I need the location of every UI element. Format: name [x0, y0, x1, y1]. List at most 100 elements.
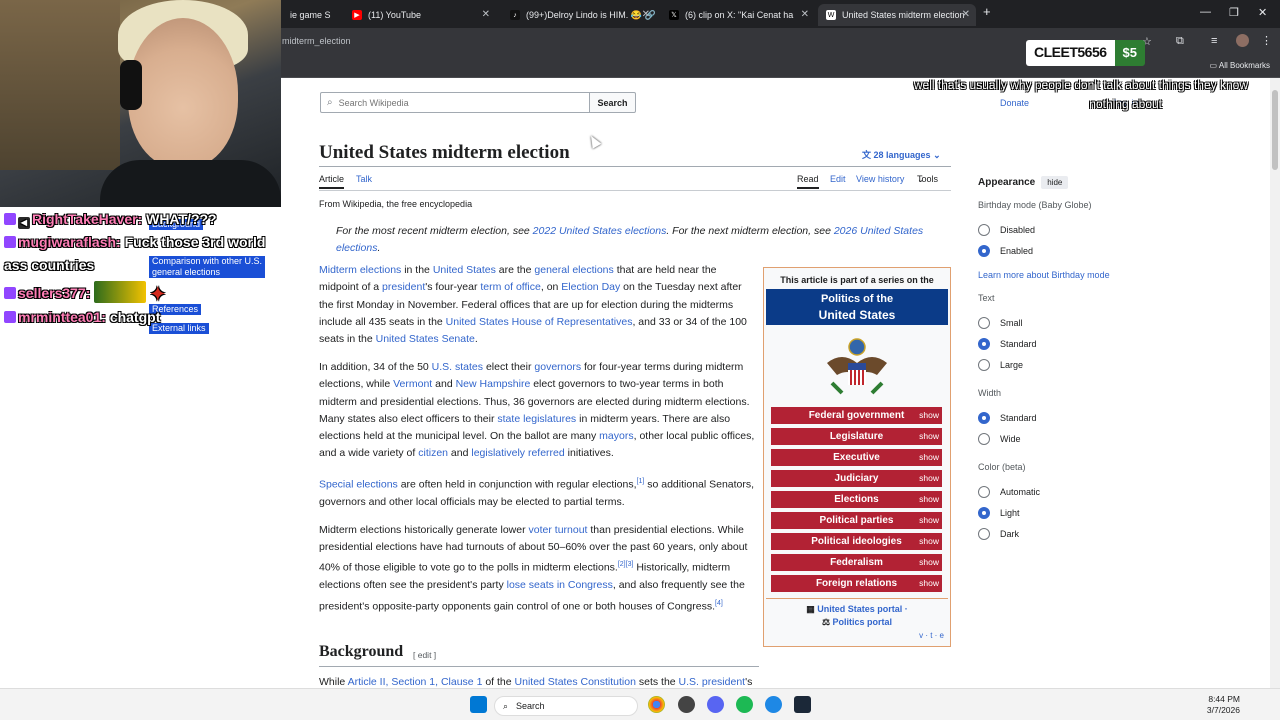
discord-icon[interactable] — [707, 696, 724, 713]
navbox-row-elections[interactable]: Elections show — [771, 491, 942, 508]
tab-tools[interactable]: Tools ⌄ — [917, 174, 938, 185]
close-icon[interactable]: ✕ — [962, 9, 970, 20]
tab-youtube[interactable]: ▶ (11) YouTube ✕ — [344, 4, 496, 26]
steam-icon[interactable] — [794, 696, 811, 713]
tab-label: (99+)Delroy Lindo is HIM. 😂 🔗 — [526, 9, 656, 20]
profile-avatar[interactable] — [1236, 34, 1249, 47]
text-label: Text — [978, 293, 995, 303]
maximize-icon[interactable]: ❐ — [1229, 6, 1239, 19]
radio-width-standard[interactable]: Standard — [978, 412, 1037, 424]
chat-message: mrminttea01: chatgpt — [4, 306, 294, 329]
radio-color-light[interactable]: Light — [978, 507, 1020, 519]
search-input[interactable] — [338, 97, 569, 108]
navbox-row-executive[interactable]: Executive show — [771, 449, 942, 466]
link-2022-elections[interactable]: 2022 United States elections — [533, 225, 667, 237]
tab-view-history[interactable]: View history — [856, 174, 904, 184]
webcam-feed — [0, 0, 281, 207]
stream-chat: ◀ RightTakeHaver: WHAT/??? mugiwaraflash:… — [4, 208, 294, 329]
tab-article[interactable]: Article — [319, 174, 345, 189]
subscriber-badge-icon — [4, 311, 16, 323]
close-icon[interactable]: ✕ — [482, 9, 490, 20]
navbox-row-political-parties[interactable]: Political parties show — [771, 512, 942, 529]
tab-read[interactable]: Read — [797, 174, 819, 189]
tiktok-icon: ♪ — [510, 10, 520, 20]
app-icon[interactable] — [765, 696, 782, 713]
radio-text-standard[interactable]: Standard — [978, 338, 1037, 350]
navbox-row-legislature[interactable]: Legislature show — [771, 428, 942, 445]
radio-text-large[interactable]: Large — [978, 359, 1023, 371]
obs-icon[interactable] — [678, 696, 695, 713]
media-icon[interactable]: ≡ — [1211, 35, 1217, 47]
scrollbar-thumb[interactable] — [1272, 90, 1278, 170]
url-text[interactable]: midterm_election — [282, 36, 351, 46]
search-button[interactable]: Search — [589, 92, 636, 113]
youtube-icon: ▶ — [352, 10, 362, 20]
navbox-row-judiciary[interactable]: Judiciary show — [771, 470, 942, 487]
tagline: From Wikipedia, the free encyclopedia — [319, 199, 473, 209]
learn-birthday-link[interactable]: Learn more about Birthday mode — [978, 270, 1110, 280]
mod-badge-icon: ◀ — [18, 217, 30, 229]
navbox-row-political-ideologies[interactable]: Political ideologies show — [771, 533, 942, 550]
radio-width-wide[interactable]: Wide — [978, 433, 1021, 445]
translate-icon: 文 — [862, 150, 872, 160]
paragraph: In addition, 34 of the 50 U.S. states el… — [319, 360, 755, 460]
vte-links[interactable]: v · t · e — [919, 631, 944, 640]
radio-enabled[interactable]: Enabled — [978, 245, 1033, 257]
emote-icon — [94, 281, 147, 303]
radio-disabled[interactable]: Disabled — [978, 224, 1035, 236]
edit-section-link[interactable]: [ edit ] — [413, 650, 436, 660]
subscriber-badge-icon — [4, 236, 16, 248]
subscriber-badge-icon — [4, 213, 16, 225]
chat-message: ◀ RightTakeHaver: WHAT/??? — [4, 208, 294, 231]
chrome-icon[interactable] — [648, 696, 665, 713]
all-bookmarks[interactable]: ▭ All Bookmarks — [1210, 61, 1270, 70]
appearance-title: Appearance — [978, 177, 1036, 188]
x-icon: 𝕏 — [669, 10, 679, 20]
tab-wikipedia[interactable]: W United States midterm election ✕ — [818, 4, 976, 26]
us-portal-link[interactable]: United States portal · — [817, 604, 908, 614]
minimize-icon[interactable]: — — [1200, 6, 1211, 18]
taskbar-search[interactable]: ⌕ Search — [494, 696, 638, 716]
new-tab-icon[interactable]: + — [983, 4, 991, 19]
hide-button[interactable]: hide — [1041, 176, 1069, 189]
donor-name: CLEET5656 — [1026, 40, 1115, 66]
donation-amount: $5 — [1114, 40, 1146, 66]
spotify-icon[interactable] — [736, 696, 753, 713]
tab-label: United States midterm election — [842, 10, 965, 20]
navbox-header: Politics of the United States — [766, 289, 948, 325]
folder-icon: ▭ — [1209, 61, 1218, 70]
chat-message-continued: ass countries — [4, 257, 95, 273]
tab-tiktok[interactable]: ♪ (99+)Delroy Lindo is HIM. 😂 🔗 ✕ — [502, 4, 656, 26]
chevron-down-icon: ⌄ — [933, 150, 941, 160]
tab-label: (6) clip on X: "Kai Cenat ha — [685, 10, 794, 20]
navbox-portals: ▦ United States portal · ⚖ Politics port… — [764, 603, 950, 629]
radio-text-small[interactable]: Small — [978, 317, 1023, 329]
system-clock[interactable]: 8:44 PM 3/7/2026 — [1207, 694, 1240, 716]
radio-color-dark[interactable]: Dark — [978, 528, 1019, 540]
search-input-wrapper[interactable]: ⌕ — [320, 92, 590, 113]
politics-portal-link[interactable]: Politics portal — [833, 617, 893, 627]
chat-message: mugiwaraflash: Fuck those 3rd world — [4, 231, 294, 254]
navbox-row-federalism[interactable]: Federalism show — [771, 554, 942, 571]
navbox-row-foreign-relations[interactable]: Foreign relations show — [771, 575, 942, 592]
tab-talk[interactable]: Talk — [356, 174, 372, 184]
languages-button[interactable]: 文 28 languages ⌄ — [862, 148, 941, 161]
politics-navbox: This article is part of a series on the … — [763, 267, 951, 647]
scrollbar[interactable] — [1270, 78, 1280, 688]
close-icon[interactable]: ✕ — [642, 9, 650, 20]
mouse-cursor — [586, 133, 602, 149]
tab-game[interactable]: ie game S — [282, 4, 344, 26]
tab-x-clip[interactable]: 𝕏 (6) clip on X: "Kai Cenat ha ✕ — [661, 4, 815, 26]
start-icon[interactable] — [470, 696, 487, 713]
us-flag-icon: ▦ — [806, 604, 815, 614]
radio-color-automatic[interactable]: Automatic — [978, 486, 1040, 498]
chat-message: sellers377: ✦ — [4, 281, 294, 306]
close-window-icon[interactable]: ✕ — [1258, 6, 1267, 19]
navbox-above: This article is part of a series on the — [780, 275, 934, 285]
tab-edit[interactable]: Edit — [830, 174, 846, 184]
navbox-row-federal-government[interactable]: Federal government show — [771, 407, 942, 424]
menu-icon[interactable]: ⋮ — [1261, 34, 1272, 47]
close-icon[interactable]: ✕ — [801, 9, 809, 20]
extensions-icon[interactable]: ⧉ — [1176, 35, 1184, 48]
wikipedia-icon: W — [826, 10, 836, 20]
